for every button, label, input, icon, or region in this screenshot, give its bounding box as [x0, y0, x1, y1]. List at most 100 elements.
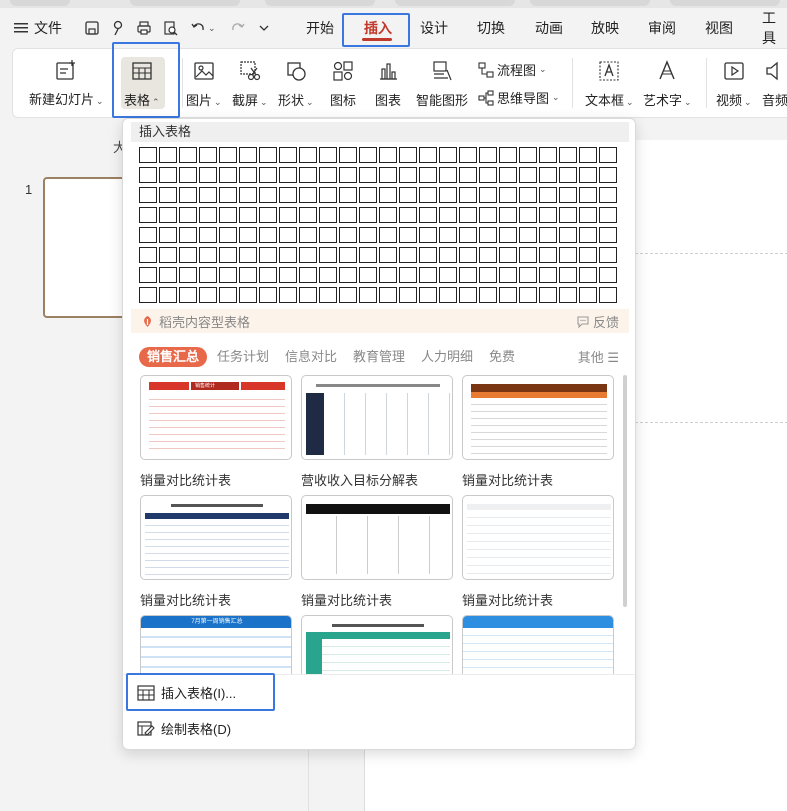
grid-cell[interactable] — [299, 207, 317, 223]
grid-cell[interactable] — [199, 187, 217, 203]
grid-cell[interactable] — [259, 147, 277, 163]
audio-button[interactable]: 音频 — [762, 58, 787, 109]
grid-cell[interactable] — [519, 187, 537, 203]
grid-cell[interactable] — [519, 287, 537, 303]
grid-cell[interactable] — [339, 207, 357, 223]
tab-transitions[interactable]: 切换 — [477, 14, 505, 42]
template-card[interactable]: 营收收入目标分解表 — [301, 375, 453, 489]
grid-cell[interactable] — [199, 167, 217, 183]
grid-cell[interactable] — [439, 287, 457, 303]
grid-cell[interactable] — [479, 207, 497, 223]
grid-cell[interactable] — [239, 287, 257, 303]
grid-cell[interactable] — [319, 247, 337, 263]
grid-cell[interactable] — [279, 247, 297, 263]
grid-cell[interactable] — [559, 227, 577, 243]
grid-cell[interactable] — [139, 187, 157, 203]
grid-cell[interactable] — [139, 267, 157, 283]
template-card[interactable]: 销量对比统计表 — [301, 495, 453, 609]
grid-cell[interactable] — [219, 227, 237, 243]
file-menu-label[interactable]: 文件 — [34, 18, 62, 38]
grid-cell[interactable] — [439, 267, 457, 283]
grid-cell[interactable] — [539, 247, 557, 263]
grid-cell[interactable] — [359, 227, 377, 243]
grid-cell[interactable] — [439, 187, 457, 203]
grid-cell[interactable] — [399, 147, 417, 163]
grid-cell[interactable] — [599, 227, 617, 243]
grid-cell[interactable] — [519, 267, 537, 283]
grid-cell[interactable] — [279, 167, 297, 183]
grid-cell[interactable] — [279, 207, 297, 223]
grid-cell[interactable] — [219, 247, 237, 263]
grid-cell[interactable] — [379, 207, 397, 223]
save-button[interactable] — [84, 14, 100, 42]
tab-animations[interactable]: 动画 — [535, 14, 563, 42]
grid-cell[interactable] — [199, 147, 217, 163]
grid-cell[interactable] — [259, 287, 277, 303]
grid-cell[interactable] — [479, 287, 497, 303]
grid-cell[interactable] — [179, 227, 197, 243]
tab-view[interactable]: 视图 — [705, 14, 733, 42]
grid-cell[interactable] — [399, 167, 417, 183]
picture-button[interactable]: 图片 ⌄ — [186, 58, 222, 109]
grid-cell[interactable] — [179, 247, 197, 263]
shape-button[interactable]: 形状 ⌄ — [278, 58, 314, 109]
grid-cell[interactable] — [359, 267, 377, 283]
grid-cell[interactable] — [399, 287, 417, 303]
grid-cell[interactable] — [539, 187, 557, 203]
grid-cell[interactable] — [419, 207, 437, 223]
grid-cell[interactable] — [299, 267, 317, 283]
more-categories-button[interactable]: 其他 ☰ — [578, 347, 619, 366]
grid-cell[interactable] — [419, 167, 437, 183]
grid-cell[interactable] — [579, 187, 597, 203]
grid-cell[interactable] — [419, 147, 437, 163]
grid-cell[interactable] — [379, 167, 397, 183]
tab-tools[interactable]: 工具 — [762, 10, 787, 46]
grid-cell[interactable] — [139, 227, 157, 243]
grid-cell[interactable] — [259, 267, 277, 283]
grid-cell[interactable] — [359, 167, 377, 183]
video-button[interactable]: 视频 ⌄ — [716, 58, 752, 109]
grid-cell[interactable] — [519, 167, 537, 183]
grid-cell[interactable] — [539, 147, 557, 163]
grid-cell[interactable] — [479, 147, 497, 163]
grid-cell[interactable] — [559, 207, 577, 223]
new-slide-button[interactable]: 新建幻灯片 ⌄ — [29, 57, 104, 108]
grid-cell[interactable] — [159, 187, 177, 203]
grid-cell[interactable] — [299, 247, 317, 263]
grid-cell[interactable] — [539, 287, 557, 303]
grid-cell[interactable] — [159, 147, 177, 163]
undo-button[interactable]: ⌄ — [190, 14, 216, 42]
grid-cell[interactable] — [599, 207, 617, 223]
grid-cell[interactable] — [399, 187, 417, 203]
grid-cell[interactable] — [399, 207, 417, 223]
grid-cell[interactable] — [439, 247, 457, 263]
grid-cell[interactable] — [559, 287, 577, 303]
grid-cell[interactable] — [419, 287, 437, 303]
tab-slideshow[interactable]: 放映 — [591, 14, 619, 42]
grid-cell[interactable] — [539, 207, 557, 223]
grid-cell[interactable] — [399, 247, 417, 263]
grid-cell[interactable] — [539, 227, 557, 243]
grid-cell[interactable] — [139, 147, 157, 163]
grid-cell[interactable] — [519, 207, 537, 223]
grid-cell[interactable] — [419, 247, 437, 263]
grid-cell[interactable] — [459, 187, 477, 203]
grid-cell[interactable] — [179, 167, 197, 183]
grid-cell[interactable] — [479, 167, 497, 183]
category-tab-task-plan[interactable]: 任务计划 — [217, 347, 269, 367]
flowchart-button[interactable]: 流程图 ⌄ — [478, 60, 547, 79]
category-tab-info-compare[interactable]: 信息对比 — [285, 347, 337, 367]
grid-cell[interactable] — [579, 227, 597, 243]
grid-cell[interactable] — [559, 187, 577, 203]
grid-cell[interactable] — [559, 247, 577, 263]
grid-cell[interactable] — [259, 167, 277, 183]
grid-cell[interactable] — [579, 167, 597, 183]
format-painter-button[interactable] — [110, 14, 126, 42]
template-card[interactable]: 7月第一周销售汇总 — [140, 615, 292, 675]
textbox-button[interactable]: 文本框 ⌄ — [585, 58, 634, 109]
grid-cell[interactable] — [599, 147, 617, 163]
grid-cell[interactable] — [179, 207, 197, 223]
grid-cell[interactable] — [479, 187, 497, 203]
grid-cell[interactable] — [219, 187, 237, 203]
grid-cell[interactable] — [359, 287, 377, 303]
